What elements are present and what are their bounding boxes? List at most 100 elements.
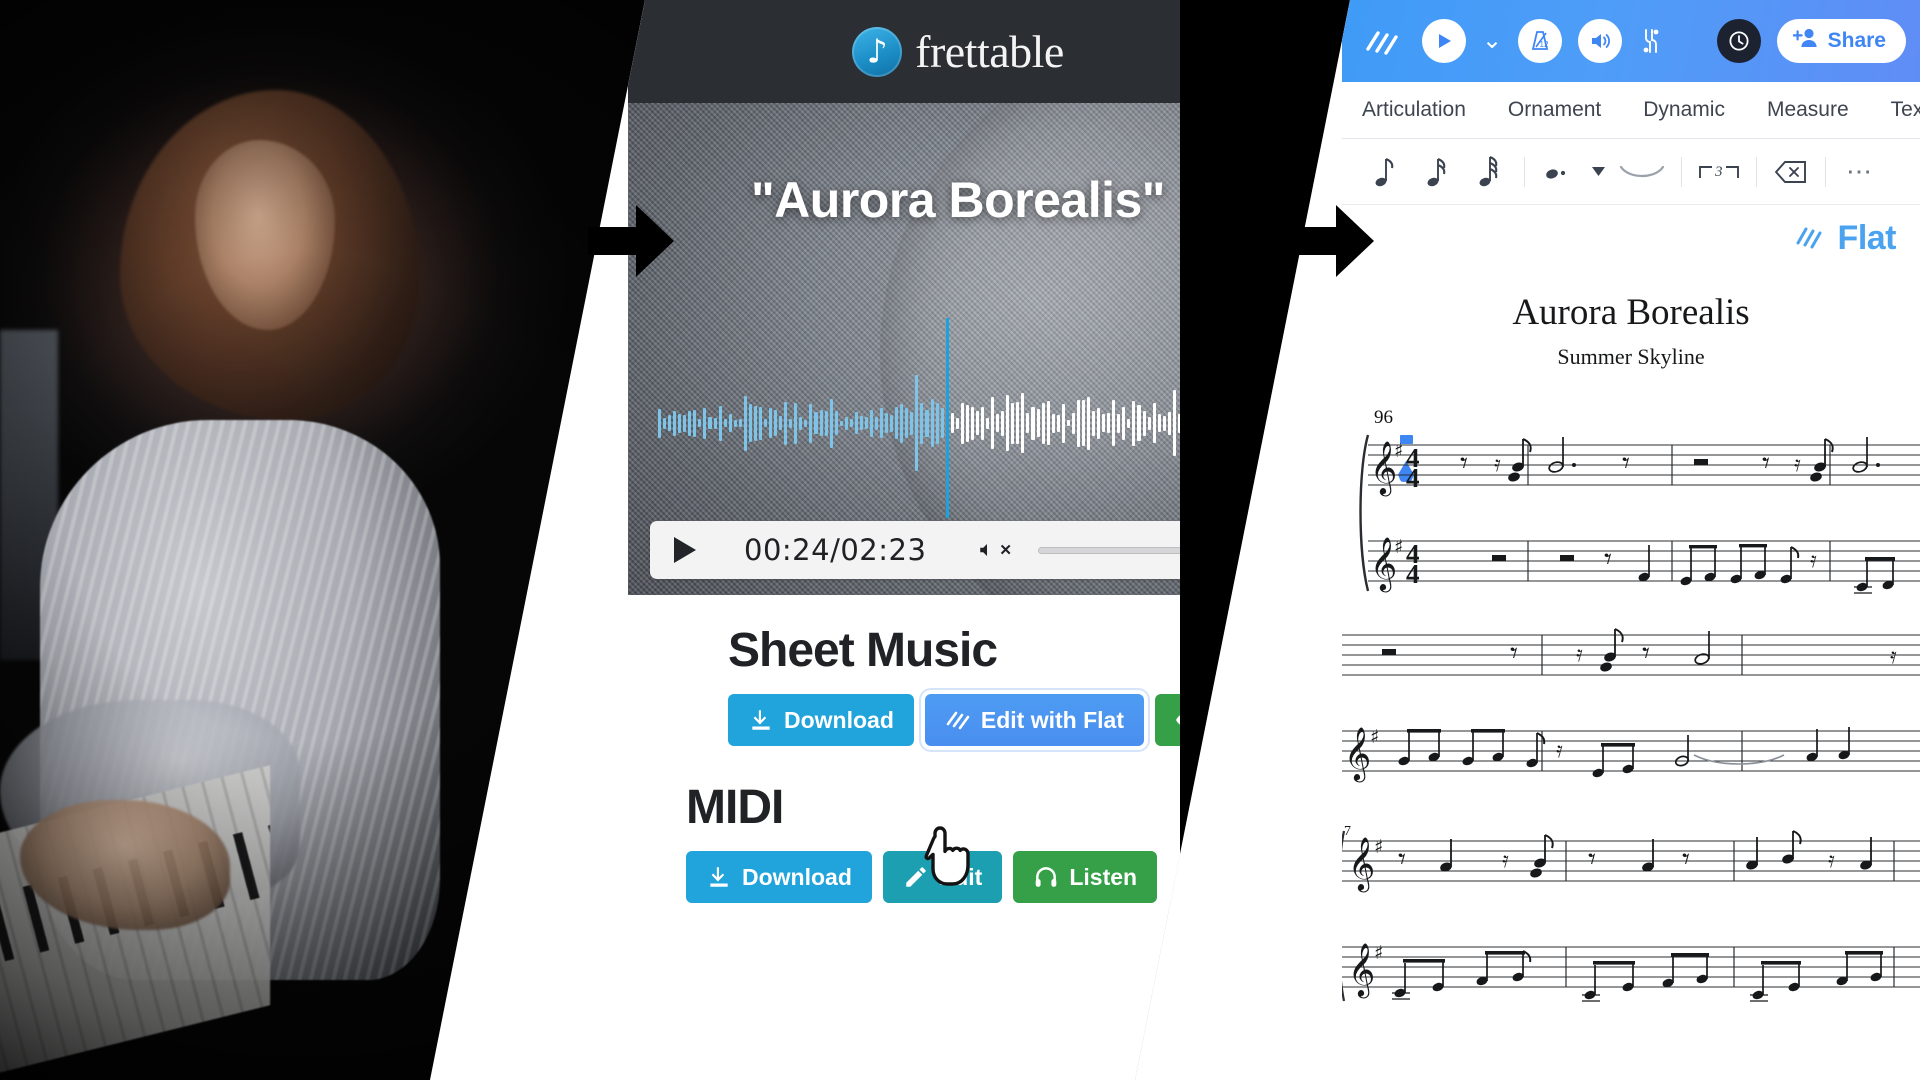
svg-text:12: 12 — [1540, 40, 1549, 49]
thirtysecond-note-icon[interactable] — [1464, 146, 1516, 198]
tab-measure[interactable]: Measure — [1767, 98, 1849, 122]
share-button[interactable]: Share — [1776, 19, 1906, 63]
waveform-bar — [839, 420, 843, 426]
sheet-download-label: Download — [784, 706, 894, 733]
svg-text:♯: ♯ — [1374, 836, 1383, 858]
waveform-bar — [960, 402, 964, 444]
play-icon[interactable] — [674, 537, 696, 563]
frettable-hero: "Aurora Borealis" 00:24/02:23 ✕ — [628, 103, 1180, 595]
waveform-bar — [819, 410, 823, 436]
volume-track — [1038, 546, 1180, 554]
waveform-bar — [991, 397, 995, 449]
tab-dynamic[interactable]: Dynamic — [1643, 98, 1725, 122]
toolbar-divider — [1524, 156, 1525, 187]
svg-text:𝄿: 𝄿 — [1890, 644, 1897, 669]
speaker-mute-icon[interactable]: ✕ — [978, 541, 1012, 559]
tab-ornament[interactable]: Ornament — [1508, 98, 1601, 122]
waveform-bar — [970, 406, 974, 440]
toolbar-divider — [1756, 156, 1757, 187]
delete-backspace-icon[interactable] — [1765, 146, 1817, 198]
play-button[interactable] — [1422, 19, 1466, 63]
waveform-bar — [784, 401, 788, 445]
ellipsis-icon[interactable]: ⋯ — [1834, 146, 1886, 198]
waveform-bar — [900, 403, 904, 443]
volume-slider[interactable] — [1038, 539, 1180, 561]
waveform-bar — [723, 419, 727, 427]
waveform-bar — [728, 414, 732, 432]
svg-text:4: 4 — [1406, 559, 1420, 589]
waveform-bar — [1162, 415, 1166, 431]
midi-edit-button[interactable]: Edit — [882, 851, 1003, 903]
history-button[interactable] — [1716, 19, 1761, 63]
score-title[interactable]: Aurora Borealis — [1342, 291, 1920, 334]
waveform-bar — [1127, 418, 1131, 428]
waveform-bar — [1021, 393, 1025, 453]
svg-text:𝄞: 𝄞 — [1348, 942, 1375, 998]
tie-slur-icon[interactable] — [1611, 146, 1673, 198]
waveform-bar — [905, 408, 909, 438]
midi-listen-label: Listen — [1069, 863, 1138, 890]
song-title: "Aurora Borealis" — [750, 172, 1166, 228]
sheet-download-button[interactable]: Download — [728, 694, 914, 746]
midi-listen-button[interactable]: Listen — [1013, 851, 1158, 903]
waveform-bar — [844, 416, 848, 430]
download-icon — [748, 707, 774, 733]
sheet-view-button[interactable]: View — [1155, 694, 1180, 746]
audio-player[interactable]: 00:24/02:23 ✕ — [650, 521, 1180, 579]
waveform-bar — [834, 411, 838, 435]
flat-toolbar: ⌄ 12 Share — [1342, 0, 1920, 82]
tab-articulation[interactable]: Articulation — [1362, 98, 1466, 122]
edit-with-flat-label: Edit with Flat — [980, 706, 1124, 733]
caret-down-icon[interactable] — [1585, 146, 1611, 198]
score-subtitle[interactable]: Summer Skyline — [1342, 344, 1920, 370]
waveform-bar — [1142, 410, 1146, 436]
svg-text:𝄞: 𝄞 — [1348, 836, 1375, 892]
eighth-note-icon[interactable] — [1360, 146, 1412, 198]
edit-with-flat-button[interactable]: Edit with Flat — [924, 694, 1144, 746]
svg-text:𝄿: 𝄿 — [1794, 452, 1801, 477]
waveform-bar — [1157, 414, 1161, 432]
waveform-bar — [794, 402, 798, 444]
waveform-bar — [774, 410, 778, 436]
waveform-bar — [678, 413, 682, 433]
waveform-bar — [1071, 412, 1075, 434]
waveform-bar — [1177, 413, 1180, 433]
waveform-bar — [869, 409, 874, 437]
waveform-bar — [738, 419, 742, 427]
chevron-down-icon[interactable]: ⌄ — [1482, 29, 1502, 53]
waveform-bar — [1046, 401, 1050, 445]
music-note-circle-icon — [852, 26, 903, 77]
waveform-bar — [1152, 403, 1156, 443]
sixteenth-note-icon[interactable] — [1412, 146, 1464, 198]
flat-logo-icon — [945, 707, 971, 733]
add-person-icon — [1792, 27, 1819, 55]
score-sheet[interactable]: Flat Aurora Borealis Summer Skyline 96 𝄞… — [1342, 205, 1920, 1080]
waveform-bar — [799, 416, 803, 430]
waveform-bar — [663, 417, 667, 429]
waveform-bar — [890, 414, 894, 432]
waveform-bar — [955, 417, 959, 429]
midi-download-button[interactable]: Download — [686, 851, 872, 903]
flat-brand-label: Flat — [1837, 219, 1897, 257]
svg-text:𝄿: 𝄿 — [1810, 548, 1817, 573]
tab-text[interactable]: Text — [1891, 98, 1920, 122]
sheet-music-heading: Sheet Music — [728, 624, 998, 677]
share-label: Share — [1827, 29, 1886, 52]
midi-heading: MIDI — [686, 781, 784, 834]
waveform-bar — [708, 417, 712, 429]
svg-text:𝄿: 𝄿 — [1556, 738, 1563, 763]
waveform-bar — [1167, 411, 1171, 435]
audio-waveform[interactable] — [658, 368, 1180, 478]
metronome-button[interactable]: 12 — [1518, 19, 1563, 63]
waveform-bar — [880, 408, 884, 438]
waveform-bar — [885, 413, 889, 433]
tuning-fork-icon[interactable] — [1638, 27, 1664, 55]
volume-button[interactable] — [1578, 19, 1623, 63]
dotted-note-icon[interactable] — [1533, 146, 1585, 198]
waveform-bar — [814, 412, 818, 434]
svg-text:𝄾: 𝄾 — [1642, 636, 1650, 671]
triplet-bracket-icon[interactable]: 3 — [1690, 146, 1748, 198]
waveform-bar — [673, 410, 677, 436]
waveform-bar — [748, 404, 752, 442]
waveform-bar — [1011, 402, 1015, 444]
